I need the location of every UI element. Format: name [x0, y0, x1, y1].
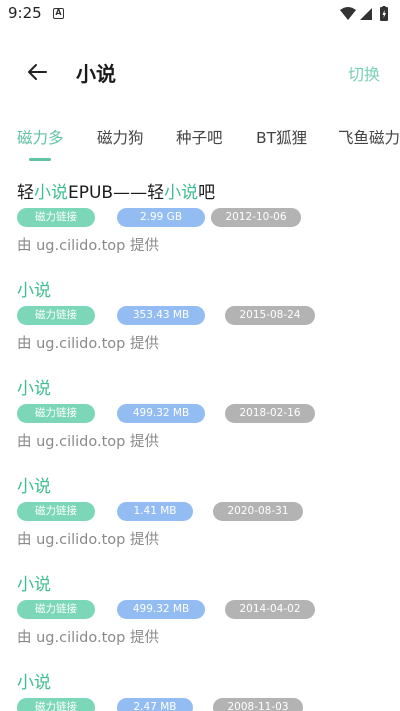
list-item[interactable]: 轻小说EPUB——轻小说吧 磁力链接 2.99 GB 2012-10-06 由 … [17, 172, 387, 270]
title-highlight: 小说 [17, 379, 51, 399]
title-highlight: 小说 [17, 673, 51, 693]
title-highlight: 小说 [17, 281, 51, 301]
result-title: 小说 [17, 668, 51, 693]
size-badge: 499.32 MB [117, 600, 205, 619]
tab-feiyucili[interactable]: 飞鱼磁力 [338, 126, 400, 148]
date-badge: 2008-11-03 [213, 698, 303, 711]
type-badge: 磁力链接 [17, 502, 95, 521]
result-source: 由 ug.cilido.top 提供 [17, 336, 159, 352]
source-tabs: 磁力多 磁力狗 种子吧 BT狐狸 飞鱼磁力 [0, 118, 400, 164]
date-badge: 2014-04-02 [225, 600, 315, 619]
size-badge: 2.99 GB [117, 208, 205, 227]
signal-icon [360, 8, 372, 20]
title-text: 吧 [198, 183, 216, 203]
list-item[interactable]: 小说 磁力链接 2.47 MB 2008-11-03 [17, 662, 387, 711]
arrow-left-icon [28, 64, 47, 80]
result-title: 小说 [17, 472, 51, 497]
type-badge: 磁力链接 [17, 306, 95, 325]
list-item[interactable]: 小说 磁力链接 499.32 MB 2018-02-16 由 ug.cilido… [17, 368, 387, 466]
tab-ciliduo[interactable]: 磁力多 [17, 126, 64, 148]
title-highlight: 小说 [17, 575, 51, 595]
list-item[interactable]: 小说 磁力链接 1.41 MB 2020-08-31 由 ug.cilido.t… [17, 466, 387, 564]
size-badge: 2.47 MB [117, 698, 193, 711]
battery-icon [380, 6, 388, 21]
tab-bthuli[interactable]: BT狐狸 [256, 126, 307, 148]
back-button[interactable] [22, 58, 54, 86]
result-title: 小说 [17, 276, 51, 301]
page-title: 小说 [76, 62, 116, 86]
size-badge: 1.41 MB [117, 502, 193, 521]
result-source: 由 ug.cilido.top 提供 [17, 238, 159, 254]
type-badge: 磁力链接 [17, 404, 95, 423]
list-item[interactable]: 小说 磁力链接 499.32 MB 2014-04-02 由 ug.cilido… [17, 564, 387, 662]
tab-zhongziba[interactable]: 种子吧 [176, 126, 223, 148]
list-item[interactable]: 小说 磁力链接 353.43 MB 2015-08-24 由 ug.cilido… [17, 270, 387, 368]
date-badge: 2015-08-24 [225, 306, 315, 325]
result-source: 由 ug.cilido.top 提供 [17, 434, 159, 450]
notification-icon: A [53, 8, 64, 19]
status-time: 9:25 [8, 4, 42, 22]
title-text: EPUB——轻 [68, 183, 165, 203]
result-title: 小说 [17, 570, 51, 595]
result-title: 小说 [17, 374, 51, 399]
date-badge: 2018-02-16 [225, 404, 315, 423]
date-badge: 2012-10-06 [211, 208, 301, 227]
tab-ciligou[interactable]: 磁力狗 [97, 126, 144, 148]
app-bar: 小说 切换 [0, 40, 400, 104]
title-highlight: 小说 [34, 183, 68, 203]
result-source: 由 ug.cilido.top 提供 [17, 630, 159, 646]
wifi-icon [340, 7, 356, 20]
status-bar: 9:25 A [0, 0, 400, 28]
title-text: 轻 [17, 183, 34, 203]
size-badge: 499.32 MB [117, 404, 205, 423]
type-badge: 磁力链接 [17, 208, 95, 227]
title-highlight: 小说 [17, 477, 51, 497]
date-badge: 2020-08-31 [213, 502, 303, 521]
active-tab-indicator [29, 158, 51, 161]
switch-button[interactable]: 切换 [348, 61, 380, 85]
type-badge: 磁力链接 [17, 600, 95, 619]
status-icons [340, 6, 392, 22]
title-highlight: 小说 [164, 183, 199, 203]
type-badge: 磁力链接 [17, 698, 95, 711]
result-source: 由 ug.cilido.top 提供 [17, 532, 159, 548]
size-badge: 353.43 MB [117, 306, 205, 325]
result-title: 轻小说EPUB——轻小说吧 [17, 178, 215, 203]
